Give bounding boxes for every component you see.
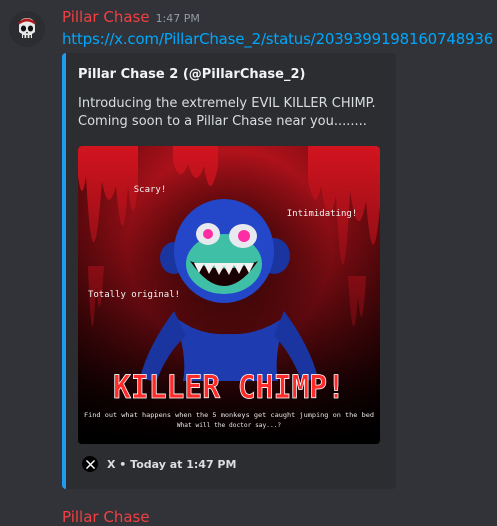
label-scary: Scary! <box>134 185 167 195</box>
username[interactable]: Pillar Chase <box>62 8 150 26</box>
message-link[interactable]: https://x.com/PillarChase_2/status/20393… <box>62 30 493 48</box>
embed-image[interactable]: Scary! Intimidating! Totally original! K… <box>78 146 380 444</box>
poster-caption-line: What will the doctor say...? <box>177 422 282 429</box>
embed-author[interactable]: Pillar Chase 2 (@PillarChase_2) <box>78 67 305 82</box>
label-intimidating: Intimidating! <box>287 209 357 219</box>
link-embed: Pillar Chase 2 (@PillarChase_2) Introduc… <box>62 53 396 489</box>
next-message-username[interactable]: Pillar Chase <box>62 508 150 526</box>
poster-headline: KILLER CHIMP! <box>113 368 345 406</box>
killer-chimp-poster: Scary! Intimidating! Totally original! K… <box>78 146 380 444</box>
user-avatar[interactable] <box>9 11 45 47</box>
embed-footer-text: X • Today at 1:47 PM <box>107 457 237 471</box>
embed-description-line: Introducing the extremely EVIL KILLER CH… <box>78 96 376 111</box>
embed-description-line: Coming soon to a Pillar Chase near you..… <box>78 114 367 129</box>
message-timestamp: 1:47 PM <box>155 12 200 25</box>
message-header: Pillar Chase 1:47 PM <box>62 8 200 28</box>
skull-icon <box>9 11 45 47</box>
embed-footer: X • Today at 1:47 PM <box>82 455 236 473</box>
embed-description: Introducing the extremely EVIL KILLER CH… <box>78 95 378 131</box>
poster-caption-line: Find out what happens when the 5 monkeys… <box>84 412 374 419</box>
label-totally-original: Totally original! <box>88 290 180 300</box>
x-logo-icon <box>82 456 98 472</box>
